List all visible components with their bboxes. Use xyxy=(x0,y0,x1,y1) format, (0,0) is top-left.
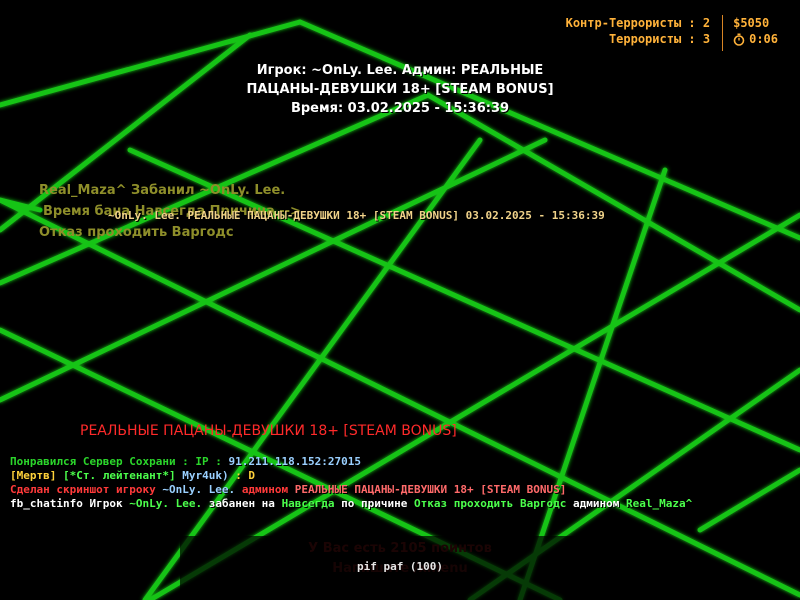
ban-overlay-line: ~OnLy. Lee. РЕАЛЬНЫЕ ПАЦАНЫ-ДЕВУШКИ 18+ … xyxy=(108,209,605,222)
chat-line: [Мертв] [*Ст. лейтенант*] Myr4uk) : D xyxy=(10,469,692,483)
t-score: Террористы : 3 xyxy=(608,32,711,46)
chat-player-name: ~OnLy. Lee. xyxy=(129,497,209,510)
chat-admin-name: Real_Maza^ xyxy=(625,497,693,510)
chat-text: забанен на xyxy=(208,497,282,510)
chat-log: Понравился Сервер Сохрани : IP : 91.211.… xyxy=(10,455,692,511)
chat-text: Сделан скриншот игроку xyxy=(10,483,163,496)
chat-line: fb_chatinfo Игрок ~OnLy. Lee. забанен на… xyxy=(10,497,692,511)
round-timer: 0:06 xyxy=(749,32,778,46)
chat-text: админом xyxy=(572,497,626,510)
ban-info-message: Игрок: ~OnLy. Lee. Админ: РЕАЛЬНЫЕ ПАЦАН… xyxy=(0,61,800,118)
chat-text: админом xyxy=(241,483,295,496)
chat-text: fb_chatinfo Игрок xyxy=(10,497,130,510)
chat-line: Понравился Сервер Сохрани : IP : 91.211.… xyxy=(10,455,692,469)
score-divider xyxy=(722,15,724,51)
menu-item-pif-paf[interactable]: pif paf (100) xyxy=(0,560,800,573)
ban-info-line3: Время: 03.02.2025 - 15:36:39 xyxy=(290,101,510,116)
team-score-panel: Контр-Террористы : 2 Террористы : 3 $505… xyxy=(566,15,778,51)
chat-line: Сделан скриншот игроку ~OnLy. Lee. админ… xyxy=(10,483,692,497)
server-name-banner: РЕАЛЬНЫЕ ПАЦАНЫ-ДЕВУШКИ 18+ [STEAM BONUS… xyxy=(80,423,457,439)
chat-admin-name: РЕАЛЬНЫЕ ПАЦАНЫ-ДЕВУШКИ 18+ [STEAM BONUS… xyxy=(294,483,567,496)
chat-message: : D xyxy=(235,469,256,482)
chat-ban-duration: Навсегда xyxy=(281,497,342,510)
notice-line3: Отказ проходить Варгодс xyxy=(39,225,234,240)
ban-info-line2: ПАЦАНЫ-ДЕВУШКИ 18+ [STEAM BONUS] xyxy=(246,82,554,97)
ct-score: Контр-Террористы : 2 xyxy=(565,16,711,30)
chat-ban-reason: Отказ проходить Варгодс xyxy=(414,497,573,510)
chat-rank-tag: [*Ст. лейтенант*] xyxy=(62,469,183,482)
stopwatch-icon xyxy=(733,33,745,46)
chat-text: Понравился Сервер Сохрани : IP : xyxy=(10,455,229,468)
chat-server-ip: 91.211.118.152:27015 xyxy=(228,455,361,468)
notice-line1: Real_Maza^ Забанил ~OnLy. Lee. xyxy=(39,183,286,198)
chat-text: по причине xyxy=(341,497,415,510)
chat-player-name: ~OnLy. Lee. xyxy=(162,483,242,496)
chat-dead-tag: [Мертв] xyxy=(10,469,63,482)
chat-player-name: Myr4uk) xyxy=(182,469,236,482)
ban-info-line1: Игрок: ~OnLy. Lee. Админ: РЕАЛЬНЫЕ xyxy=(256,63,544,78)
money: $5050 xyxy=(733,16,770,30)
